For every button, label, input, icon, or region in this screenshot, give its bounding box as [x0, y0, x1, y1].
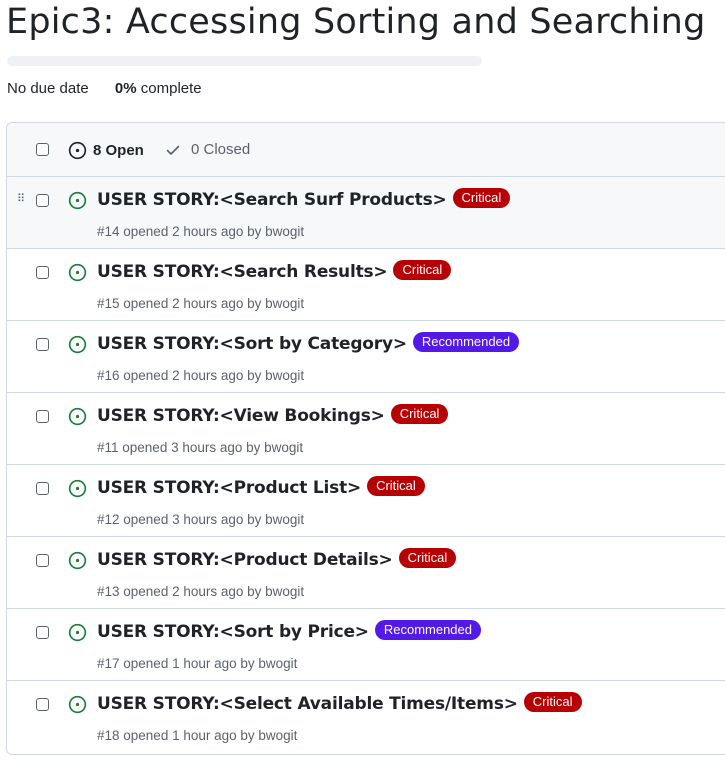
issue-checkbox[interactable] [36, 194, 49, 207]
issue-label[interactable]: Recommended [374, 620, 481, 640]
issue-label[interactable]: Critical [523, 692, 582, 712]
issue-row[interactable]: USER STORY:<Product Details> Critical #1… [7, 537, 725, 609]
issue-label[interactable]: Critical [367, 476, 425, 496]
issue-open-icon [68, 407, 87, 431]
issue-open-icon [68, 623, 87, 647]
issue-meta: #15 opened 2 hours ago by bwogit [97, 296, 305, 311]
closed-issues-filter[interactable]: 0 Closed [165, 141, 250, 158]
issue-opened-icon [68, 141, 87, 160]
closed-count-label: 0 Closed [191, 141, 251, 158]
issue-meta: #11 opened 3 hours ago by bwogit [97, 440, 304, 455]
issue-meta: #14 opened 2 hours ago by bwogit [97, 224, 305, 239]
open-issues-filter[interactable]: 8 Open [68, 141, 144, 160]
issue-meta: #16 opened 2 hours ago by bwogit [97, 368, 305, 383]
issue-title-link[interactable]: USER STORY:<Search Surf Products> [97, 190, 447, 210]
issue-meta: #18 opened 1 hour ago by bwogit [97, 728, 298, 743]
issue-title-link[interactable]: USER STORY:<Search Results> [97, 262, 388, 282]
issue-row[interactable]: USER STORY:<Search Results> Critical #15… [7, 249, 725, 321]
issue-checkbox[interactable] [36, 698, 49, 711]
due-date-text: No due date [7, 80, 89, 97]
issue-title-link[interactable]: USER STORY:<Sort by Price> [97, 622, 369, 642]
issue-checkbox[interactable] [36, 266, 49, 279]
issue-row[interactable]: ⠿ USER STORY:<Search Surf Products> Crit… [7, 177, 725, 249]
issue-label[interactable]: Critical [390, 404, 449, 424]
issue-checkbox[interactable] [36, 338, 49, 351]
issue-checkbox[interactable] [36, 482, 49, 495]
issue-title-link[interactable]: USER STORY:<Product List> [97, 478, 361, 498]
completion-text: 0% complete [115, 80, 202, 97]
issues-list-header: 8 Open 0 Closed [7, 123, 725, 177]
issue-label[interactable]: Critical [393, 260, 452, 280]
drag-handle-icon[interactable]: ⠿ [17, 194, 25, 205]
issue-open-icon [68, 191, 87, 215]
issue-label[interactable]: Recommended [412, 332, 520, 352]
check-icon [166, 145, 180, 155]
completion-suffix: complete [140, 80, 202, 97]
issue-title-link[interactable]: USER STORY:<View Bookings> [97, 406, 385, 426]
issue-row[interactable]: USER STORY:<Select Available Times/Items… [7, 681, 725, 753]
open-count-label: 8 Open [93, 142, 144, 159]
milestone-progress-bar [7, 56, 482, 66]
issue-open-icon [68, 335, 87, 359]
issue-open-icon [68, 695, 87, 719]
issue-checkbox[interactable] [36, 626, 49, 639]
issue-title-link[interactable]: USER STORY:<Sort by Category> [97, 334, 407, 354]
issue-label[interactable]: Critical [398, 548, 457, 568]
issue-row[interactable]: USER STORY:<Sort by Price> Recommended #… [7, 609, 725, 681]
issue-row[interactable]: USER STORY:<Sort by Category> Recommende… [7, 321, 725, 393]
issue-open-icon [68, 551, 87, 575]
issue-checkbox[interactable] [36, 554, 49, 567]
issues-list: 8 Open 0 Closed ⠿ USER STORY:<Search Sur… [6, 122, 725, 755]
issue-open-icon [68, 263, 87, 287]
issue-meta: #17 opened 1 hour ago by bwogit [97, 656, 298, 671]
completion-percent: 0% [114, 80, 137, 97]
issue-open-icon [68, 479, 87, 503]
issue-label[interactable]: Critical [452, 188, 511, 208]
issue-title-link[interactable]: USER STORY:<Select Available Times/Items… [97, 694, 518, 714]
issue-row[interactable]: USER STORY:<Product List> Critical #12 o… [7, 465, 725, 537]
milestone-title: Epic3: Accessing Sorting and Searching [6, 2, 706, 42]
issue-meta: #12 opened 3 hours ago by bwogit [97, 512, 305, 527]
milestone-meta: No due date 0% complete [7, 80, 202, 97]
select-all-checkbox[interactable] [36, 143, 49, 156]
issue-meta: #13 opened 2 hours ago by bwogit [97, 584, 305, 599]
issue-row[interactable]: USER STORY:<View Bookings> Critical #11 … [7, 393, 725, 465]
issue-checkbox[interactable] [36, 410, 49, 423]
issue-rows: ⠿ USER STORY:<Search Surf Products> Crit… [7, 177, 725, 753]
issue-title-link[interactable]: USER STORY:<Product Details> [97, 550, 393, 570]
